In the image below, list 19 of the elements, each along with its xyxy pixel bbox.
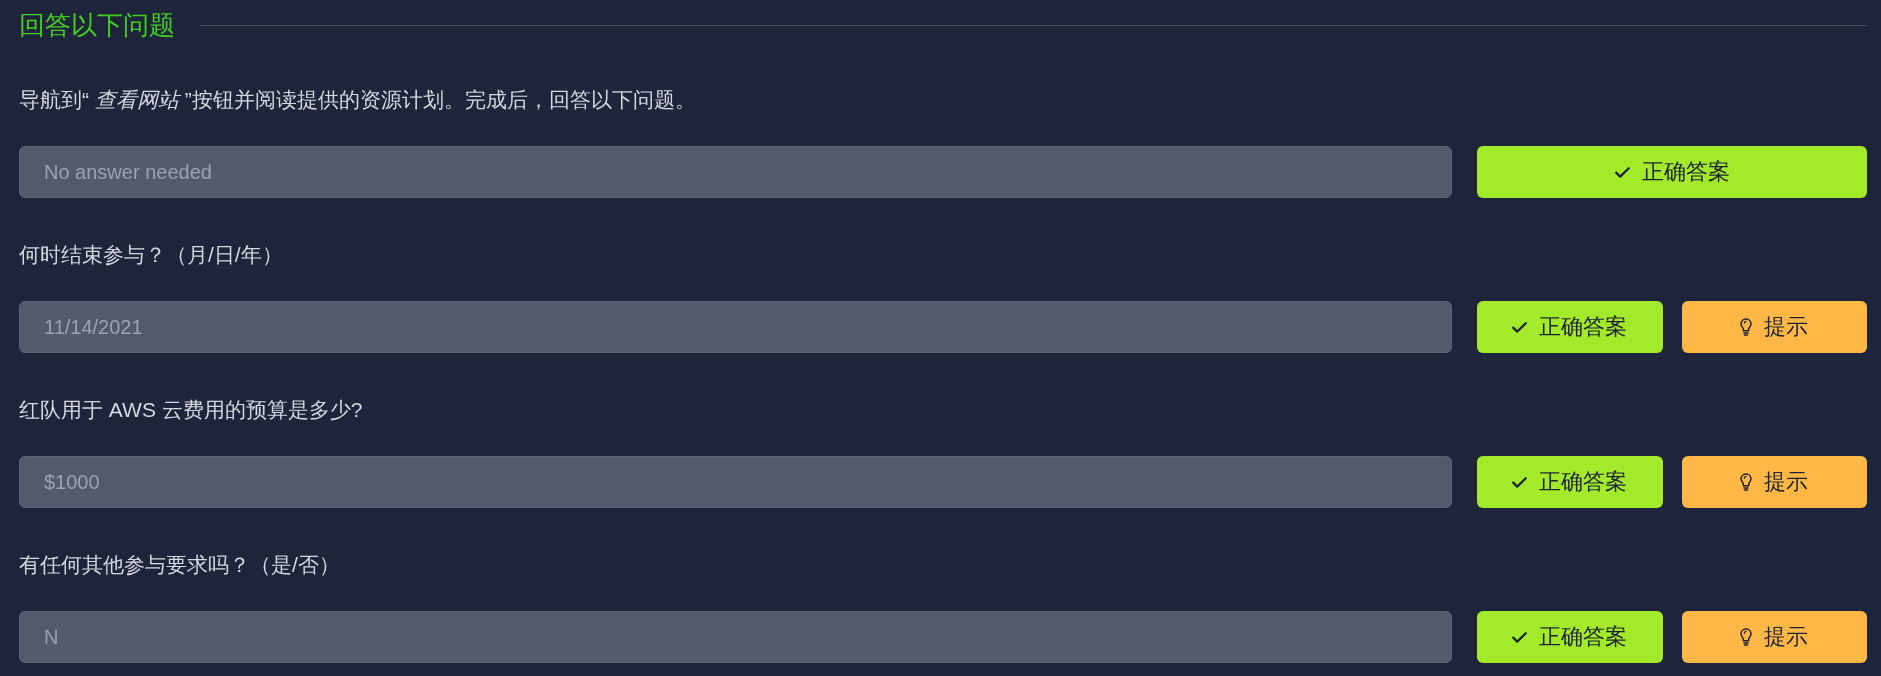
section-title: 回答以下问题 [19,9,175,42]
question-text: 有任何其他参与要求吗？（是/否） [19,552,341,578]
question-text: 导航到“ 查看网站 ”按钮并阅读提供的资源计划。完成后，回答以下问题。 [19,87,697,113]
lightbulb-icon [1740,628,1753,646]
lightbulb-icon [1740,318,1753,336]
hint-button[interactable]: 提示 [1681,611,1867,663]
check-icon [1512,476,1528,488]
lightbulb-icon [1740,473,1753,491]
check-icon [1614,166,1630,178]
correct-answer-button[interactable]: 正确答案 [1477,611,1663,663]
correct-answer-button[interactable]: 正确答案 [1477,146,1867,198]
question-text: 何时结束参与？（月/日/年） [19,242,284,268]
correct-answer-button[interactable]: 正确答案 [1477,456,1663,508]
hint-button[interactable]: 提示 [1681,301,1867,353]
check-icon [1512,321,1528,333]
check-icon [1512,631,1528,643]
correct-answer-button[interactable]: 正确答案 [1477,301,1663,353]
hint-button[interactable]: 提示 [1681,456,1867,508]
question-text: 红队用于 AWS 云费用的预算是多少? [19,397,364,423]
